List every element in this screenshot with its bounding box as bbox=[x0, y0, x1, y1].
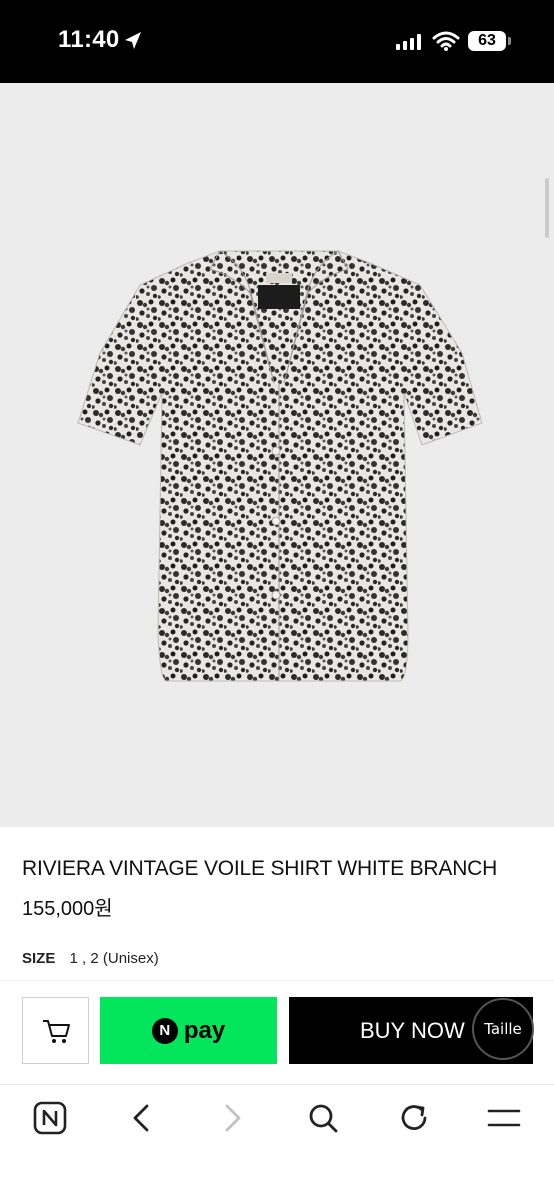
product-price: 155,000원 bbox=[22, 898, 113, 920]
menu-icon[interactable] bbox=[486, 1100, 522, 1136]
wifi-icon bbox=[432, 31, 460, 51]
naver-icon[interactable] bbox=[32, 1100, 68, 1136]
forward-icon[interactable] bbox=[214, 1100, 250, 1136]
buy-now-label: BUY NOW bbox=[360, 1017, 465, 1043]
cellular-signal-icon bbox=[396, 34, 421, 50]
product-name: RIVIERA VINTAGE VOILE SHIRT WHITE BRANCH bbox=[22, 857, 498, 880]
scroll-indicator bbox=[545, 178, 549, 238]
refresh-icon[interactable] bbox=[396, 1100, 432, 1136]
status-time: 11:40 bbox=[58, 26, 120, 53]
npay-label: pay bbox=[183, 1016, 226, 1044]
browser-toolbar bbox=[0, 1084, 554, 1200]
battery-level: 63 bbox=[478, 32, 496, 49]
cart-icon bbox=[42, 1019, 70, 1043]
npay-logo-icon: N bbox=[151, 1017, 178, 1044]
size-label: SIZE bbox=[22, 950, 56, 967]
battery-indicator: 63 bbox=[468, 31, 506, 51]
location-arrow-icon bbox=[125, 32, 141, 49]
taille-chat-badge[interactable]: Taille bbox=[472, 998, 534, 1060]
back-icon[interactable] bbox=[124, 1100, 160, 1136]
status-bar: 11:40 63 bbox=[0, 0, 554, 83]
size-row: SIZE 1 , 2 (Unisex) bbox=[22, 950, 159, 967]
product-image[interactable] bbox=[0, 83, 554, 827]
shirt-image bbox=[77, 250, 483, 682]
search-icon[interactable] bbox=[305, 1100, 341, 1136]
cart-button[interactable] bbox=[22, 997, 89, 1064]
battery-tip bbox=[508, 37, 511, 45]
npay-button[interactable]: N pay bbox=[100, 997, 277, 1064]
taille-badge-label: Taille bbox=[484, 1020, 522, 1038]
size-value: 1 , 2 (Unisex) bbox=[69, 950, 159, 967]
